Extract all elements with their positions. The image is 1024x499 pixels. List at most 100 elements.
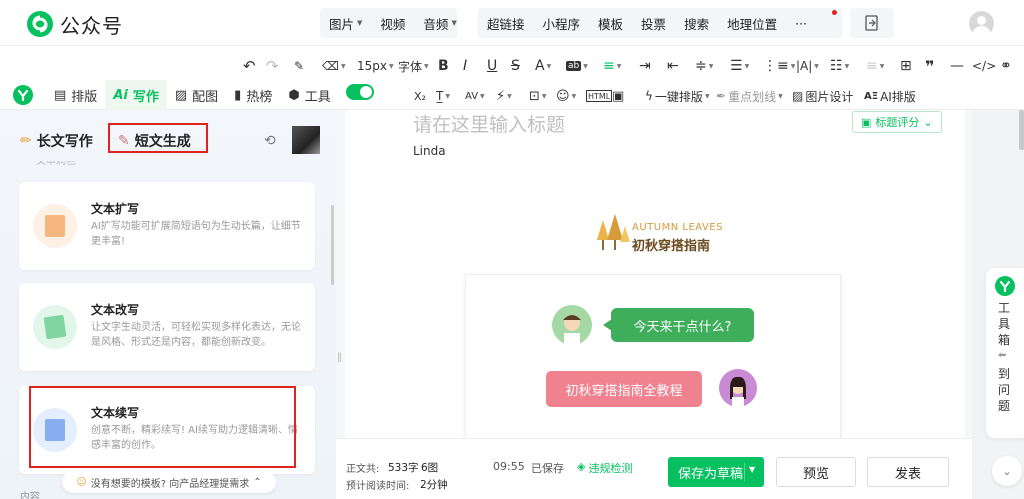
paragraph-spacing-icon[interactable]: ☰ ▼ — [730, 56, 749, 76]
preview-doc-button[interactable] — [850, 8, 894, 38]
insert-template-button[interactable]: 模板 — [589, 14, 632, 33]
author-field[interactable]: Linda — [413, 144, 446, 158]
highlight-box-continue-card — [29, 386, 296, 468]
strikethrough-button[interactable]: S — [511, 56, 520, 76]
italic-button[interactable]: I — [463, 56, 467, 76]
bullet-list-icon[interactable]: ⋮≡ ▼ — [763, 56, 795, 76]
user-avatar[interactable] — [969, 11, 994, 36]
user-avatar-thumbnail — [292, 126, 320, 154]
resize-handle[interactable]: ‖ — [337, 352, 342, 363]
insert-location-button[interactable]: 地理位置 — [718, 14, 786, 33]
more-menu-button[interactable]: ··· — [786, 16, 816, 31]
quote-icon[interactable]: ❞ — [925, 56, 934, 76]
tutorial-button[interactable]: 初秋穿搭指南全教程 — [546, 371, 702, 407]
insert-hyperlink-button[interactable]: 超链接 — [478, 14, 534, 33]
document-exit-icon — [865, 15, 878, 31]
image-design-button[interactable]: ▨ 图片设计 — [792, 86, 853, 106]
insert-image-menu[interactable]: 图片 ▼ — [320, 14, 371, 33]
tab-layout[interactable]: ▤ 排版 — [46, 80, 105, 110]
undo-icon[interactable]: ↶ — [243, 56, 256, 76]
sidebar-scrollbar[interactable] — [331, 205, 334, 285]
letter-spacing-icon[interactable]: |A| ▼ — [796, 56, 819, 76]
tab-tools[interactable]: ⬢ 工具 — [280, 80, 338, 110]
code-icon[interactable]: </> — [972, 56, 996, 76]
align-left-icon[interactable]: ≡ ▼ — [603, 56, 621, 76]
brand-english: AUTUMN LEAVES — [632, 222, 723, 233]
char-spacing-icon[interactable]: AV ▼ — [465, 86, 485, 106]
insert-audio-menu[interactable]: 音频 ▼ — [414, 14, 465, 33]
publish-button[interactable]: 发表 — [867, 457, 949, 487]
double-chevron-up-icon: ⌃ — [253, 476, 262, 488]
insert-miniprogram-button[interactable]: 小程序 — [534, 14, 590, 33]
magic-wand-icon[interactable]: ⚡︎ ▼ — [496, 86, 512, 106]
font-size-select[interactable]: 15px ▼ — [357, 56, 394, 76]
one-click-layout-button[interactable]: ϟ 一键排版 ▼ — [645, 86, 710, 106]
outdent-icon[interactable]: ⇤ — [667, 56, 679, 76]
indent-icon[interactable]: ⇥ — [639, 56, 651, 76]
font-family-select[interactable]: 字体 ▼ — [398, 56, 429, 76]
yiban-logo-icon — [995, 276, 1015, 296]
horizontal-rule-icon[interactable]: — — [950, 56, 964, 76]
divider-style-icon[interactable]: ≡ ▼ — [866, 56, 884, 76]
top-navigation-bar: 公众号 图片 ▼ 视频 音频 ▼ 超链接 小程序 模板 投票 搜索 地理位置 ··· — [0, 0, 1024, 46]
insert-video-button[interactable]: 视频 — [371, 14, 414, 33]
clear-format-icon[interactable]: ⌫ ▼ — [322, 56, 346, 76]
layout-icon: ▤ — [54, 87, 67, 103]
writing-sidebar: ✏ 长文写作 ✎ 短文生成 ⟲ 文本润色 文本扩写 AI扩写功能可扩展简短语句为生动… — [0, 110, 336, 499]
tab-writing[interactable]: Ai 写作 — [105, 80, 167, 110]
insert-vote-button[interactable]: 投票 — [632, 14, 675, 33]
pencil-icon: ✏ — [20, 133, 32, 149]
arrow-left-icon: ⬅ — [998, 350, 1007, 361]
highlight-line-button[interactable]: ✒ 重点划线 ▼ — [716, 86, 783, 106]
underline-button[interactable]: U — [487, 56, 497, 76]
wechat-logo-icon — [27, 11, 53, 37]
notification-dot — [832, 10, 837, 15]
thumb-icon: ☺ — [76, 476, 87, 488]
expand-icon — [33, 204, 77, 248]
subscript-icon[interactable]: X₂ — [414, 86, 426, 106]
ai-layout-button[interactable]: AΞ AI排版 — [864, 86, 916, 106]
link-icon[interactable]: ⚭ — [1000, 56, 1012, 76]
highlight-box-short-tab — [108, 123, 208, 153]
highlight-color-icon[interactable]: ab ▼ — [566, 56, 588, 76]
pen-icon: ✒ — [716, 89, 727, 103]
insert-search-button[interactable]: 搜索 — [675, 14, 718, 33]
title-input[interactable]: 请在这里输入标题 — [413, 110, 565, 137]
plugin-tabs: ▤ 排版 Ai 写作 ▨ 配图 ▮ 热榜 ⬢ 工具 — [0, 80, 339, 110]
text-indent-icon[interactable]: T̲ ▼ — [436, 86, 450, 106]
card-text-rewrite[interactable]: 文本改写 让文字生动灵活，可轻松实现多样化表达，无论是风格、形式还是内容，都能创… — [19, 283, 315, 371]
list-icon[interactable]: ☷ ▼ — [830, 56, 849, 76]
emoji-icon[interactable]: ☺ ▼ — [556, 86, 576, 106]
redo-icon[interactable]: ↷ — [266, 56, 279, 76]
preview-button[interactable]: 预览 — [776, 457, 856, 487]
toolbox-label: 工具箱 — [998, 301, 1011, 347]
title-score-button[interactable]: ▣ 标题评分 ⌄ — [852, 111, 942, 133]
app-title: 公众号 — [60, 14, 123, 38]
feedback-link[interactable]: ☺ 没有想要的模板? 向产品经理提需求 ⌃ — [62, 471, 276, 493]
bold-button[interactable]: B — [438, 56, 449, 76]
toolbox-icon[interactable]: ▣ — [612, 86, 624, 106]
violation-check-link[interactable]: ◈ 违规检测 — [577, 460, 632, 476]
line-height-icon[interactable]: ≑ ▼ — [695, 56, 713, 76]
history-icon[interactable]: ⟲ — [264, 133, 276, 149]
chart-insert-icon[interactable]: ⊡ ▼ — [529, 86, 547, 106]
tab-long-article[interactable]: ✏ 长文写作 — [20, 131, 93, 151]
page-scrollbar[interactable] — [1019, 110, 1024, 150]
scroll-down-double-chevron-icon[interactable]: ⌄ — [992, 456, 1022, 486]
girl-avatar-icon — [719, 369, 757, 407]
card-text-expand[interactable]: 文本扩写 AI扩写功能可扩展简短语句为生动长篇，让细节更丰富! — [19, 182, 315, 270]
tab-images[interactable]: ▨ 配图 — [167, 80, 226, 110]
right-rail: 工具箱 ⬅ 到问题 ⌄ — [972, 110, 1024, 499]
save-dropdown-chevron-icon[interactable]: ▼ — [749, 465, 755, 474]
format-painter-icon[interactable]: ✎ — [294, 56, 304, 76]
table-icon[interactable]: ⊞ — [900, 56, 912, 76]
chat-illustration-card: 今天来干点什么? 初秋穿搭指南全教程 — [465, 274, 841, 442]
html-icon[interactable]: HTML — [586, 90, 613, 102]
font-color-button[interactable]: A ▼ — [535, 56, 551, 76]
tab-trending[interactable]: ▮ 热榜 — [226, 80, 280, 110]
media-insert-group: 图片 ▼ 视频 音频 ▼ — [320, 8, 457, 38]
return-top-label: 到问题 — [998, 367, 1011, 413]
toolbox-panel[interactable]: 工具箱 ⬅ 到问题 — [986, 268, 1024, 438]
plugin-toggle-switch[interactable] — [346, 84, 374, 100]
plugin-logo — [0, 85, 46, 105]
